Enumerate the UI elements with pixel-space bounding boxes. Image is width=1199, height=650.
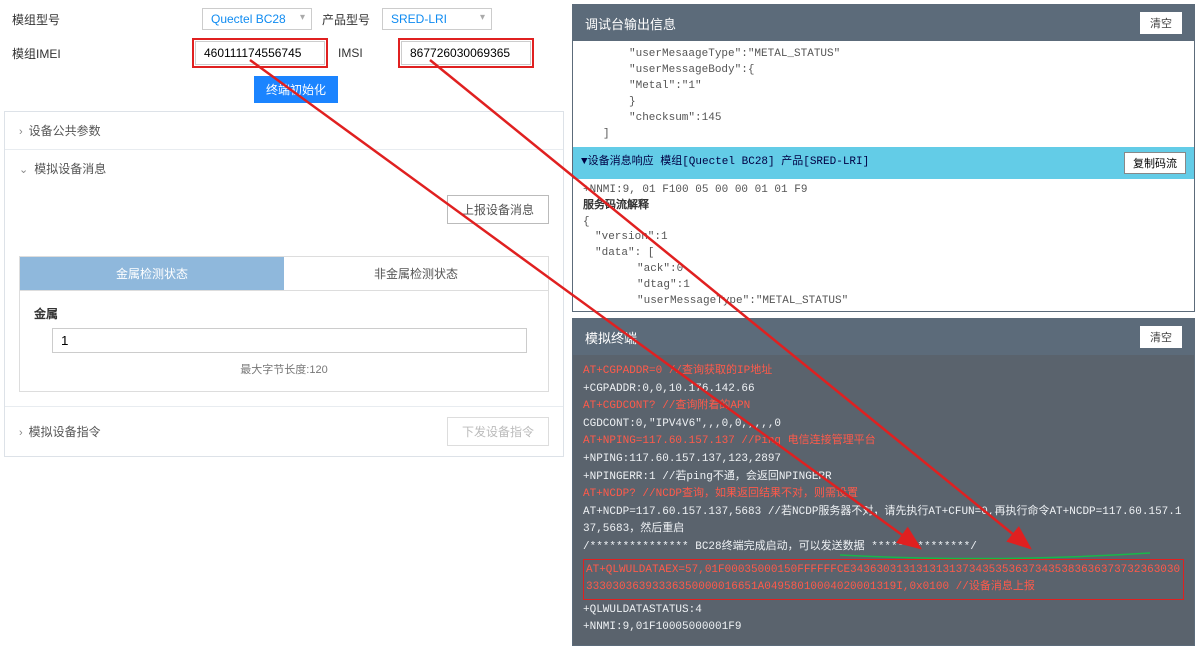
console-title: 调试台输出信息 [585,14,676,33]
imsi-highlight [398,38,534,68]
terminal-line: +NPING:117.60.157.137,123,2897 [583,451,1184,469]
copy-stream-button[interactable]: 复制码流 [1124,152,1186,174]
terminal-line: AT+NPING=117.60.157.137 //Ping 电信连接管理平台 [583,433,1184,451]
console-line: "userMesaageType":"METAL_STATUS" [629,47,1184,63]
terminal-clear-button[interactable]: 清空 [1140,326,1182,348]
module-imei-label: 模组IMEI [12,45,62,62]
console-line: { [583,215,1184,231]
imei-highlight [192,38,328,68]
console-line: "dtag":1 [637,278,1184,294]
issue-device-cmd-button: 下发设备指令 [447,417,549,446]
product-type-dropdown[interactable]: SRED-LRI [382,8,492,30]
response-info-bar: ▼设备消息响应 模组[Quectel BC28] 产品[SRED-LRI] [581,155,869,171]
console-line: "ack":0 [637,262,1184,278]
tab-nonmetal-status[interactable]: 非金属检测状态 [284,257,548,290]
accordion-public-params[interactable]: › 设备公共参数 [5,112,563,149]
terminal-title: 模拟终端 [585,328,637,347]
report-device-msg-button[interactable]: 上报设备消息 [447,195,549,224]
terminal-line: AT+NCDP? //NCDP查询，如果返回结果不对，则需设置 [583,486,1184,504]
terminal-line: AT+QLWULDATAEX=57,01F00035000150FFFFFFCE… [586,562,1181,597]
terminal-line: AT+NCDP=117.60.157.137,5683 //若NCDP服务器不对… [583,504,1184,539]
console-line: "Metal":"1" [629,79,1184,95]
imsi-label: IMSI [338,46,388,60]
console-line: "userMessageBody":{ [629,63,1184,79]
chevron-right-icon: › [19,126,23,138]
decode-title: 服务码流解释 [583,199,1184,215]
product-type-label: 产品型号 [322,11,372,28]
terminal-highlight-box: AT+QLWULDATAEX=57,01F00035000150FFFFFFCE… [583,559,1184,600]
terminal-init-button[interactable]: 终端初始化 [254,76,338,103]
module-imei-input[interactable] [195,41,325,65]
console-line: "checksum":145 [629,111,1184,127]
console-line: } [629,95,1184,111]
terminal-line: AT+CGPADDR=0 //查询获取的IP地址 [583,363,1184,381]
terminal-line: /*************** BC28终端完成启动，可以发送数据 *****… [583,539,1184,557]
tab-metal-status[interactable]: 金属检测状态 [20,257,284,290]
console-line: +NNMI:9, 01 F100 05 00 00 01 01 F9 [583,183,1184,199]
terminal-line: +QLWULDATASTATUS:4 [583,602,1184,620]
console-clear-button[interactable]: 清空 [1140,12,1182,34]
chevron-right-icon: › [19,427,23,439]
terminal-line: AT+CGDCONT? //查询附着的APN [583,398,1184,416]
terminal-body[interactable]: AT+CGPADDR=0 //查询获取的IP地址 +CGPADDR:0,0,10… [573,355,1194,645]
metal-value-input[interactable] [52,328,527,353]
imsi-input[interactable] [401,41,531,65]
metal-field-label: 金属 [34,305,534,322]
module-type-label: 模组型号 [12,11,62,28]
chevron-down-icon: ⌄ [19,164,28,176]
sim-msg-label: 模拟设备消息 [34,162,106,176]
terminal-line: CGDCONT:0,"IPV4V6",,,0,0,,,,,0 [583,416,1184,434]
accordion-sim-msg[interactable]: ⌄ 模拟设备消息 [5,150,563,187]
console-body[interactable]: "userMesaageType":"METAL_STATUS" "userMe… [573,41,1194,311]
max-bytes-hint: 最大字节长度:120 [34,361,534,377]
simulated-terminal-panel: 模拟终端 清空 AT+CGPADDR=0 //查询获取的IP地址 +CGPADD… [572,318,1195,646]
accordion-sim-cmd[interactable]: › 模拟设备指令 下发设备指令 [5,407,563,456]
public-params-label: 设备公共参数 [29,124,101,138]
console-line: "userMessageType":"METAL_STATUS" [637,294,1184,310]
sim-cmd-label: 模拟设备指令 [29,425,101,439]
console-line: "checksum":249 [637,310,1184,311]
terminal-line: +CGPADDR:0,0,10.176.142.66 [583,381,1184,399]
terminal-line: +NPINGERR:1 //若ping不通，会返回NPINGERR [583,469,1184,487]
console-output-panel: 调试台输出信息 清空 "userMesaageType":"METAL_STAT… [572,4,1195,312]
console-line: ] [603,127,1184,143]
console-line: "version":1 [595,230,1184,246]
console-line: "data": [ [595,246,1184,262]
module-type-dropdown[interactable]: Quectel BC28 [202,8,312,30]
terminal-line: +NNMI:9,01F10005000001F9 [583,619,1184,637]
